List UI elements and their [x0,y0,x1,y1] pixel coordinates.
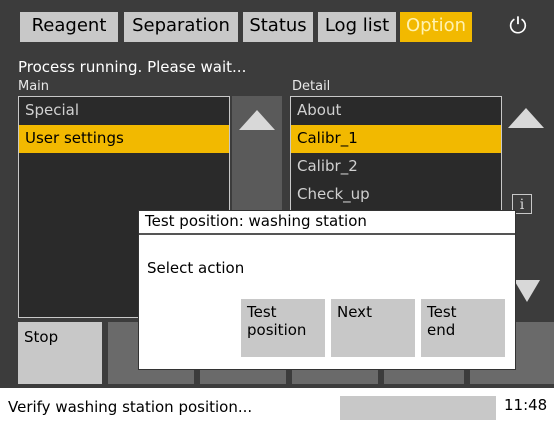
tab-reagent[interactable]: Reagent [20,12,118,42]
detail-list[interactable]: About Calibr_1 Calibr_2 Check_up [290,96,502,216]
detail-item-calibr-1[interactable]: Calibr_1 [291,125,501,153]
detail-item-check-up[interactable]: Check_up [291,181,501,209]
power-icon[interactable]: ⏻ [500,10,536,46]
detail-item-calibr-2[interactable]: Calibr_2 [291,153,501,181]
test-position-button[interactable]: Test position [241,299,325,357]
dialog-title: Test position: washing station [139,211,515,235]
footer-message: Verify washing station position... [8,398,253,416]
detail-list-label: Detail [292,79,331,94]
stop-button[interactable]: Stop [18,322,102,384]
status-footer: Verify washing station position... 11:48 [0,388,554,422]
tab-option[interactable]: Option [400,12,472,42]
main-item-user-settings[interactable]: User settings [19,125,229,153]
next-button[interactable]: Next [331,299,415,357]
test-position-dialog: Test position: washing station Select ac… [138,210,516,370]
process-status-text: Process running. Please wait... [18,58,247,76]
tab-log-list[interactable]: Log list [318,12,396,42]
tab-separation[interactable]: Separation [124,12,238,42]
footer-clock: 11:48 [504,396,548,414]
test-end-button[interactable]: Test end [421,299,505,357]
detail-item-about[interactable]: About [291,97,501,125]
dialog-message: Select action [147,259,245,277]
tab-status[interactable]: Status [243,12,313,42]
detail-scroll-up-icon[interactable] [508,108,544,128]
main-scroll-up-icon[interactable] [239,110,275,130]
main-list-label: Main [18,79,50,94]
footer-progress-bar [340,396,496,420]
detail-scroll-down-icon[interactable] [514,280,540,302]
main-item-special[interactable]: Special [19,97,229,125]
main-screen: Reagent Separation Status Log list Optio… [0,0,554,388]
